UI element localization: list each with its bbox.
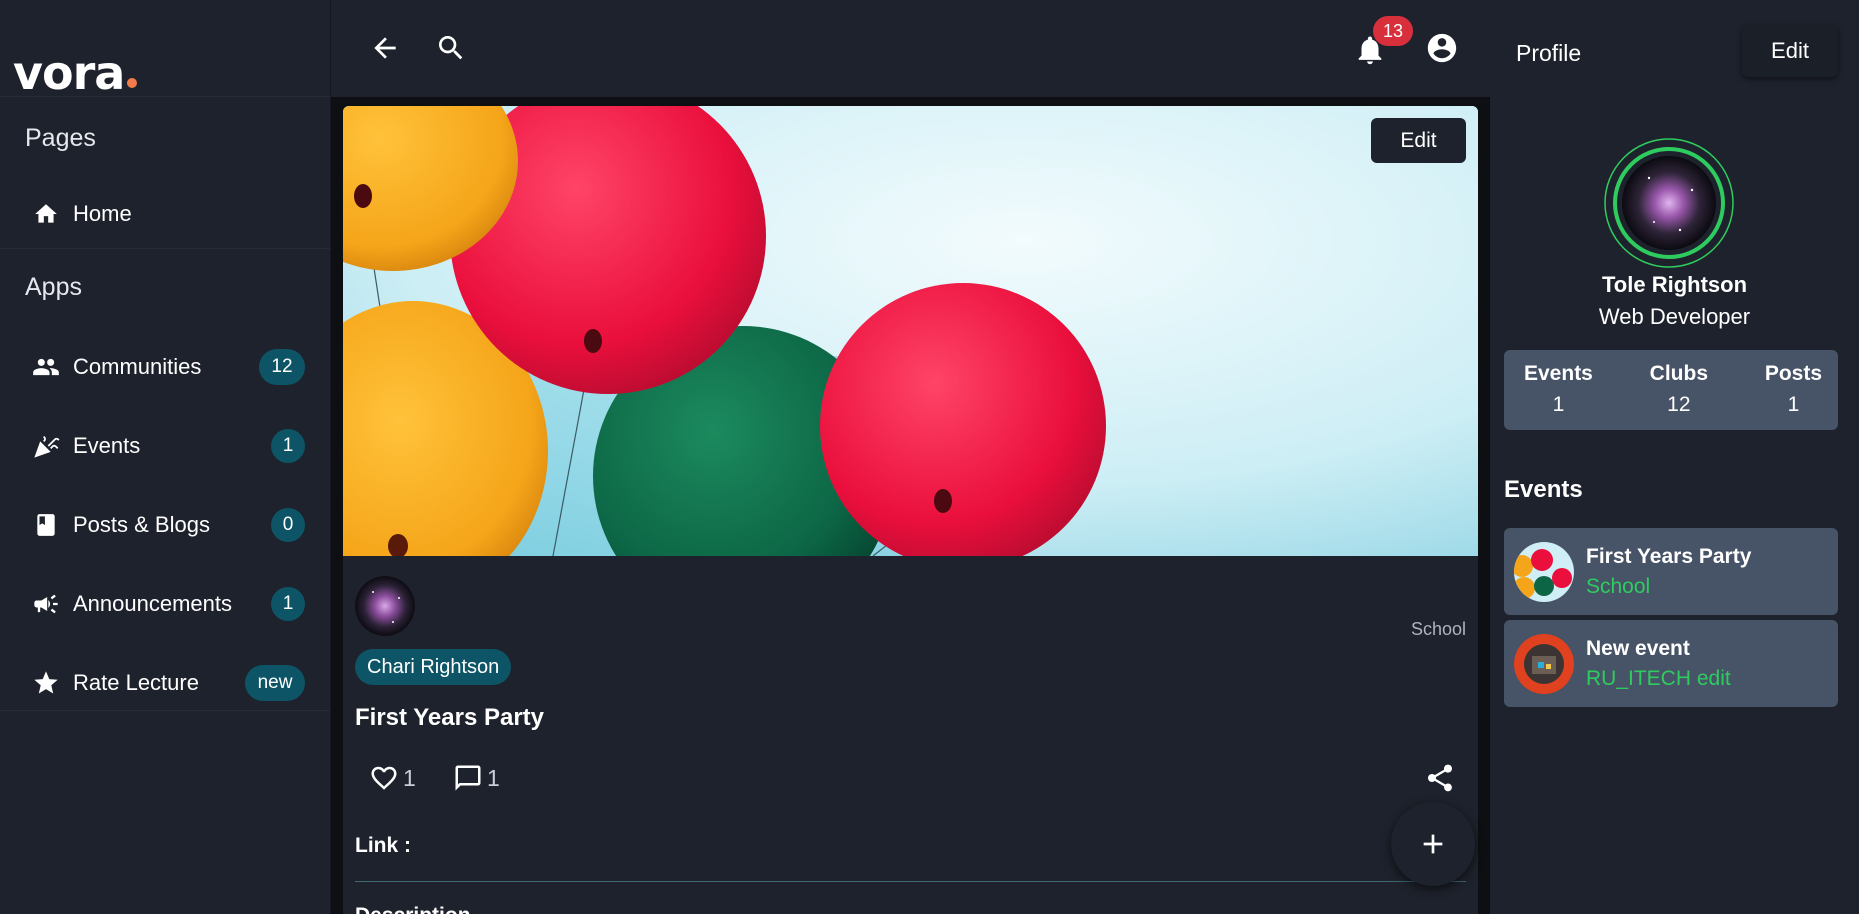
profile-edit-button[interactable]: Edit (1742, 25, 1838, 77)
people-icon (31, 352, 61, 382)
sidebar-item-label: Posts & Blogs (73, 511, 210, 537)
stat-clubs: Clubs 12 (1650, 362, 1708, 430)
like-count: 1 (403, 764, 416, 791)
event-name: First Years Party (1586, 544, 1752, 568)
stat-value: 1 (1787, 393, 1800, 416)
main-content: Edit School Chari Rightson First Years P… (331, 97, 1490, 914)
like-button[interactable]: 1 (369, 760, 416, 796)
count-badge: 1 (271, 428, 305, 463)
divider (355, 881, 1466, 882)
comment-icon (455, 765, 481, 791)
apps-section-title: Apps (25, 273, 82, 301)
profile-panel: Profile Edit Tole Rightson Web Developer (1490, 0, 1859, 914)
sidebar-item-communities[interactable]: Communities 12 (0, 327, 330, 406)
stat-label: Posts (1764, 362, 1822, 385)
stat-posts: Posts 1 (1765, 362, 1822, 430)
sidebar-item-label: Events (73, 432, 141, 458)
top-bar: 13 (331, 0, 1490, 97)
back-button[interactable] (367, 30, 403, 66)
app-logo[interactable]: vora (0, 0, 330, 97)
celebration-icon (31, 431, 61, 461)
sidebar-item-label: Announcements (73, 590, 232, 616)
star-icon (31, 668, 61, 698)
sidebar-item-label: Rate Lecture (73, 669, 199, 695)
count-badge: 0 (271, 507, 305, 542)
heart-icon (371, 766, 397, 790)
event-card[interactable]: New event RU_ITECH edit (1504, 620, 1838, 707)
event-thumbnail (1514, 541, 1574, 602)
share-button[interactable] (1422, 760, 1458, 796)
notification-count-badge: 13 (1373, 16, 1413, 46)
event-name: New event (1586, 636, 1690, 660)
comment-count: 1 (487, 764, 500, 791)
stat-value: 12 (1667, 393, 1691, 416)
sidebar-item-home[interactable]: Home (0, 179, 330, 249)
cover-image: Edit (343, 106, 1478, 556)
stat-label: Events (1524, 362, 1593, 385)
count-badge: 1 (271, 586, 305, 621)
count-badge: 12 (259, 348, 305, 385)
arrow-back-icon (374, 37, 396, 59)
logo-text: vora (13, 46, 125, 100)
events-section-title: Events (1504, 476, 1583, 503)
cover-edit-button[interactable]: Edit (1371, 118, 1466, 163)
sidebar-item-announcements[interactable]: Announcements 1 (0, 564, 330, 643)
pages-section-title: Pages (25, 124, 96, 152)
event-community: RU_ITECH edit (1586, 666, 1731, 690)
sidebar-item-label: Home (73, 200, 132, 226)
left-sidebar: vora Pages Home Apps Communities 12 Even… (0, 0, 331, 914)
add-button[interactable] (1391, 802, 1475, 886)
share-icon (1428, 764, 1452, 792)
profile-avatar[interactable] (1604, 138, 1734, 268)
megaphone-icon (31, 589, 61, 619)
comment-button[interactable]: 1 (453, 760, 500, 796)
search-icon (439, 36, 463, 60)
post-card: Edit School Chari Rightson First Years P… (343, 106, 1478, 914)
profile-name: Tole Rightson (1601, 272, 1748, 297)
sidebar-item-events[interactable]: Events 1 (0, 406, 330, 485)
author-avatar[interactable] (355, 576, 415, 636)
divider (0, 710, 330, 711)
logo-dot (127, 78, 138, 88)
description-label: Description (355, 904, 471, 914)
balloons-image (343, 106, 1478, 556)
new-badge: new (245, 664, 305, 701)
stat-label: Clubs (1649, 362, 1709, 385)
stat-events: Events 1 (1524, 362, 1593, 430)
account-circle-icon (1427, 33, 1457, 63)
plus-icon (1423, 834, 1443, 854)
post-title: First Years Party (355, 704, 545, 731)
search-button[interactable] (433, 30, 469, 66)
event-community: School (1586, 574, 1651, 598)
event-card[interactable]: First Years Party School (1504, 528, 1838, 615)
book-icon (31, 510, 61, 540)
sidebar-item-label: Communities (73, 353, 202, 379)
home-icon (31, 199, 61, 229)
profile-stats: Events 1 Clubs 12 Posts 1 (1504, 350, 1838, 430)
account-button[interactable] (1424, 30, 1460, 66)
post-category: School (1410, 619, 1466, 639)
event-thumbnail (1514, 633, 1574, 694)
profile-panel-title: Profile (1516, 40, 1582, 66)
sidebar-item-posts-blogs[interactable]: Posts & Blogs 0 (0, 485, 330, 564)
link-label: Link : (355, 834, 411, 857)
profile-role: Web Developer (1598, 304, 1751, 329)
stat-value: 1 (1552, 393, 1565, 416)
author-chip[interactable]: Chari Rightson (355, 649, 512, 685)
